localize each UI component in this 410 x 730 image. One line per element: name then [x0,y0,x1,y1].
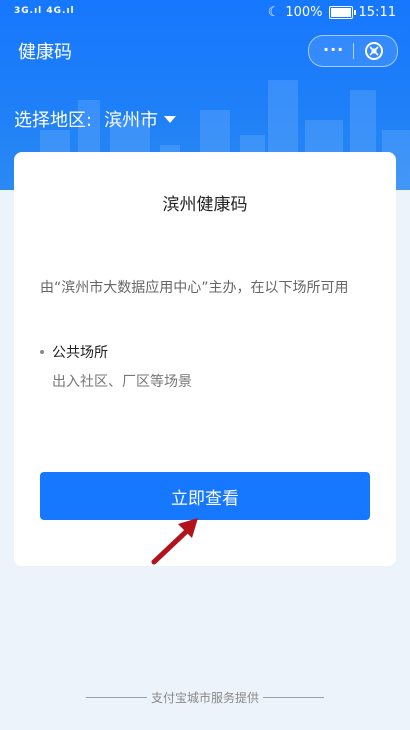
status-bar: 3G.ıl 4G.ıl ☾ 100% 15:11 [0,0,410,26]
card-description: 由“滨州市大数据应用中心”主办，在以下场所可用 [40,280,349,296]
region-value[interactable]: 滨州市 [104,106,158,132]
signal-bars-icon: .ıl [29,6,43,16]
region-label: 选择地区: [14,110,93,131]
battery-icon [328,6,356,19]
dropdown-caret-icon[interactable] [164,115,177,123]
footer-line-right [263,696,325,698]
signal-indicator: 3G.ıl 4G.ıl [14,6,75,16]
card-title: 滨州健康码 [162,195,248,215]
footer-line-left [86,696,147,698]
page-title: 健康码 [18,42,72,63]
moon-icon: ☾ [267,5,280,20]
bullet-item-title: 公共场所 [40,342,108,362]
mini-program-capsule[interactable]: ··· [308,35,398,67]
region-selector[interactable]: 选择地区: 滨州市 [14,106,177,132]
bullet-dot-icon [40,350,44,354]
signal-label-2: 4G [46,6,63,16]
more-icon[interactable]: ··· [323,40,344,59]
footer-provider: 支付宝城市服务提供 [86,688,325,706]
signal-bars-icon-2: .ıl [62,6,75,16]
close-target-icon[interactable] [364,41,384,61]
bullet-item-subtitle: 出入社区、厂区等场景 [52,374,192,390]
bullet-title-text: 公共场所 [52,345,108,361]
battery-percent: 100% [285,5,323,20]
signal-label-1: 3G [14,6,30,16]
capsule-divider [353,43,354,59]
clock-time: 15:11 [358,5,396,20]
view-now-button[interactable]: 立即查看 [40,472,370,520]
health-code-card: 滨州健康码 由“滨州市大数据应用中心”主办，在以下场所可用 公共场所 出入社区、… [14,152,396,566]
footer-text: 支付宝城市服务提供 [151,690,260,705]
red-arrow-annotation-icon [151,518,198,565]
